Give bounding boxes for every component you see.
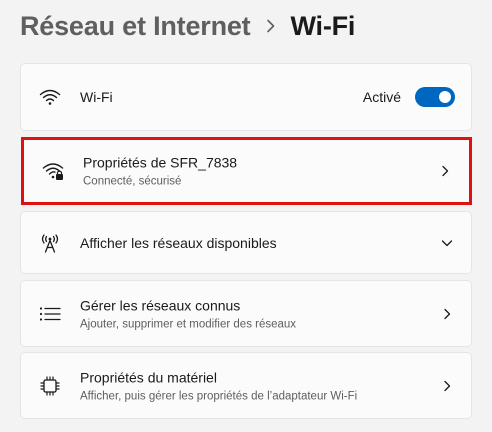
breadcrumb: Réseau et Internet Wi-Fi [20, 8, 355, 44]
network-status-subtitle: Connecté, sécurisé [83, 175, 182, 188]
wifi-lock-icon [42, 160, 64, 182]
wifi-icon [39, 86, 61, 108]
chevron-right-icon [439, 165, 451, 177]
toggle-state-label: Activé [362, 89, 401, 105]
page-title: Wi-Fi [290, 10, 356, 41]
toggle-knob [439, 91, 451, 103]
known-networks-subtitle: Ajouter, supprimer et modifier des résea… [80, 318, 297, 330]
wifi-toggle-switch[interactable] [415, 87, 455, 107]
chevron-right-icon [441, 380, 453, 392]
chevron-right-icon [441, 308, 453, 320]
antenna-icon [39, 232, 61, 254]
network-properties-title: Propriétés de SFR_7838 [83, 154, 238, 171]
breadcrumb-parent-link[interactable]: Réseau et Internet [20, 11, 251, 42]
known-networks-row[interactable]: Gérer les réseaux connus Ajouter, suppri… [20, 280, 472, 347]
list-icon [39, 303, 61, 325]
available-networks-row[interactable]: Afficher les réseaux disponibles [20, 211, 472, 274]
available-networks-title: Afficher les réseaux disponibles [80, 234, 277, 251]
wifi-toggle-row: Wi-Fi Activé [20, 63, 472, 131]
chevron-right-icon [266, 19, 276, 33]
hardware-properties-row[interactable]: Propriétés du matériel Afficher, puis gé… [20, 352, 472, 419]
chevron-down-icon [441, 237, 453, 249]
hardware-properties-subtitle: Afficher, puis gérer les propriétés de l… [80, 390, 358, 402]
hardware-properties-title: Propriétés du matériel [80, 369, 217, 385]
wifi-label: Wi-Fi [80, 89, 113, 105]
network-properties-row[interactable]: Propriétés de SFR_7838 Connecté, sécuris… [21, 137, 472, 205]
chip-icon [39, 375, 61, 397]
known-networks-title: Gérer les réseaux connus [80, 297, 241, 313]
